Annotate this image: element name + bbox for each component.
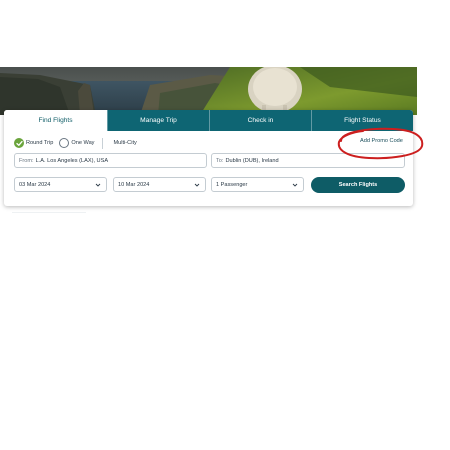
tab-flight-status[interactable]: Flight Status bbox=[311, 110, 413, 131]
origin-value: L.A. Los Angeles (LAX), USA bbox=[35, 157, 109, 164]
return-date-value: 10 Mar 2024 bbox=[118, 181, 150, 188]
chevron-down-icon bbox=[292, 183, 298, 187]
radio-unchecked-icon bbox=[59, 138, 70, 148]
destination-field[interactable]: To: Dublin (DUB), Ireland bbox=[211, 153, 405, 168]
chevron-down-icon bbox=[194, 183, 200, 187]
hero-image bbox=[0, 67, 417, 115]
tab-check-in[interactable]: Check in bbox=[209, 110, 311, 131]
origin-label: From: bbox=[19, 157, 34, 164]
passengers-select[interactable]: 1 Passenger bbox=[211, 177, 304, 192]
trip-type-selector: Round Trip One Way Multi-City bbox=[14, 137, 137, 149]
one-way-label: One Way bbox=[71, 140, 95, 146]
round-trip-option[interactable]: Round Trip bbox=[14, 138, 53, 148]
destination-value: Dublin (DUB), Ireland bbox=[225, 157, 279, 164]
multi-city-link[interactable]: Multi-City bbox=[113, 140, 136, 146]
chevron-down-icon bbox=[95, 183, 101, 187]
tab-find-flights[interactable]: Find Flights bbox=[4, 110, 107, 131]
destination-label: To: bbox=[216, 157, 224, 164]
return-date-select[interactable]: 10 Mar 2024 bbox=[113, 177, 206, 192]
one-way-option[interactable]: One Way bbox=[59, 138, 94, 148]
add-promo-code-link[interactable]: Add Promo Code bbox=[360, 138, 403, 144]
booking-tabs: Find Flights Manage Trip Check in Flight… bbox=[4, 110, 413, 131]
faint-divider bbox=[12, 212, 86, 213]
trip-type-divider bbox=[102, 137, 104, 149]
depart-date-select[interactable]: 03 Mar 2024 bbox=[14, 177, 107, 192]
tab-manage-trip[interactable]: Manage Trip bbox=[107, 110, 209, 131]
origin-field[interactable]: From: L.A. Los Angeles (LAX), USA bbox=[14, 153, 207, 168]
round-trip-label: Round Trip bbox=[26, 140, 54, 146]
depart-date-value: 03 Mar 2024 bbox=[19, 181, 51, 188]
hero-photo-graphic bbox=[0, 67, 417, 115]
passengers-value: 1 Passenger bbox=[216, 181, 248, 188]
flight-booking-widget: Find Flights Manage Trip Check in Flight… bbox=[4, 110, 413, 206]
checkmark-icon bbox=[14, 138, 24, 148]
search-flights-button[interactable]: Search Flights bbox=[311, 177, 405, 193]
